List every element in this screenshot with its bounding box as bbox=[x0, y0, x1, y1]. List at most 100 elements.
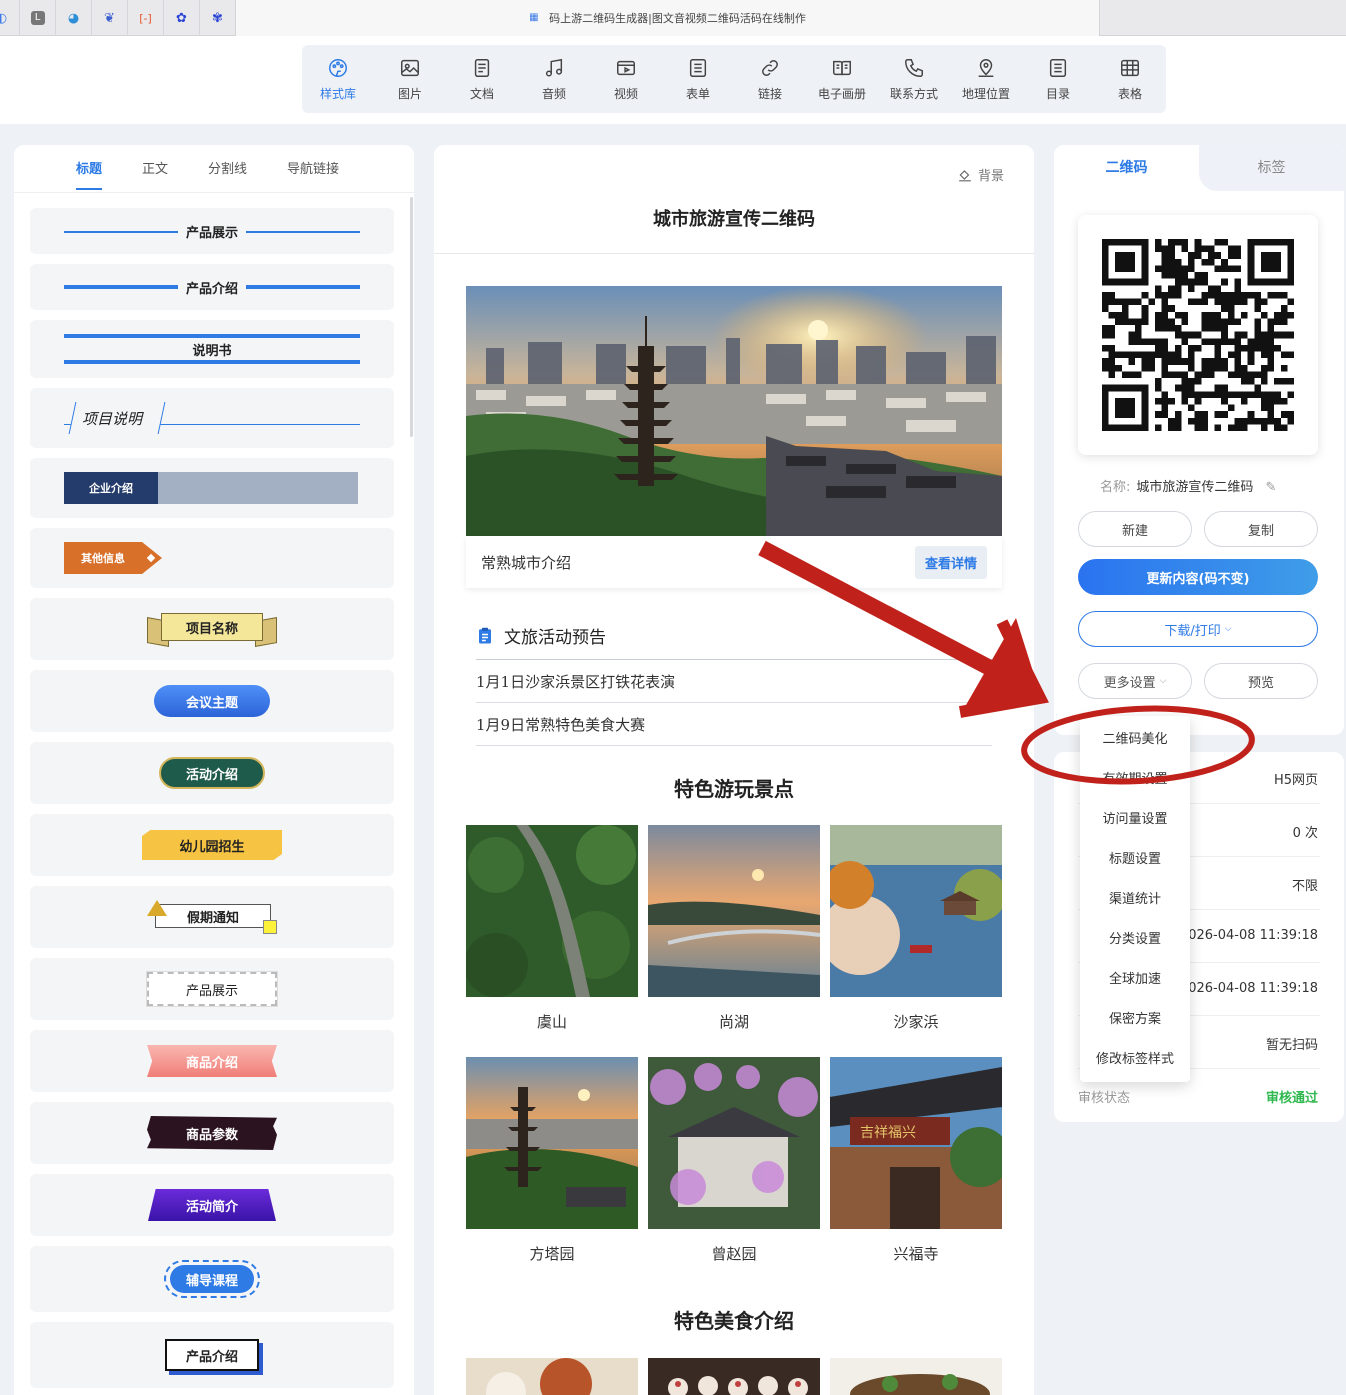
tab-divider[interactable]: 分割线 bbox=[208, 145, 247, 192]
qr-module bbox=[1168, 245, 1175, 253]
spot-image[interactable] bbox=[830, 825, 1002, 997]
qr-module bbox=[1161, 291, 1169, 299]
spot-image[interactable] bbox=[648, 825, 820, 997]
tool-contact[interactable]: 联系方式 bbox=[878, 45, 950, 113]
l-letter-icon[interactable]: L bbox=[20, 0, 56, 36]
tab-label[interactable]: 标签 bbox=[1199, 145, 1344, 191]
menu-item-visit-limit[interactable]: 访问量设置 bbox=[1080, 808, 1190, 827]
tab-qrcode[interactable]: 二维码 bbox=[1054, 145, 1199, 191]
style-tabs: 标题 正文 分割线 导航链接 bbox=[14, 145, 414, 193]
tool-form[interactable]: 表单 bbox=[662, 45, 734, 113]
style-card[interactable]: 项目说明 bbox=[30, 388, 394, 448]
qr-module bbox=[1267, 325, 1275, 332]
tool-style-library[interactable]: 样式库 bbox=[302, 45, 374, 113]
qr-module bbox=[1241, 417, 1248, 425]
qr-code-box[interactable] bbox=[1078, 215, 1318, 455]
tool-document[interactable]: 文档 bbox=[446, 45, 518, 113]
qr-module bbox=[1174, 384, 1182, 392]
qr-module bbox=[1207, 291, 1215, 299]
spot-image[interactable] bbox=[648, 1057, 820, 1229]
style-card[interactable]: 幼儿园招生 bbox=[30, 814, 394, 876]
style-card[interactable]: 假期通知 bbox=[30, 886, 394, 948]
view-details-button[interactable]: 查看详情 bbox=[914, 545, 987, 579]
style-card[interactable]: 商品介绍 bbox=[30, 1030, 394, 1092]
qr-module bbox=[1102, 358, 1109, 365]
qr-module bbox=[1108, 311, 1116, 319]
style-list-scrollbar[interactable] bbox=[410, 197, 413, 437]
qr-module bbox=[1128, 351, 1136, 359]
style-card[interactable]: 产品介绍 bbox=[30, 264, 394, 310]
style-card[interactable]: 项目名称 bbox=[30, 598, 394, 660]
copy-button[interactable]: 复制 bbox=[1204, 511, 1318, 547]
qr-module bbox=[1161, 252, 1169, 259]
tool-ebook[interactable]: 电子画册 bbox=[806, 45, 878, 113]
generic-site-icon[interactable]: ◐ bbox=[0, 0, 20, 36]
download-print-button[interactable]: 下载/打印 ⌵ bbox=[1078, 611, 1318, 647]
menu-item-global-accel[interactable]: 全球加速 bbox=[1080, 968, 1190, 987]
style-card[interactable]: 商品参数 bbox=[30, 1102, 394, 1164]
bird-icon[interactable]: ❦ bbox=[92, 0, 128, 36]
qr-module bbox=[1181, 311, 1189, 319]
paw-icon[interactable]: ✿ bbox=[164, 0, 200, 36]
qr-module bbox=[1168, 305, 1175, 312]
menu-item-category[interactable]: 分类设置 bbox=[1080, 928, 1190, 947]
svg-text:吉祥福兴: 吉祥福兴 bbox=[860, 1125, 916, 1141]
event-item[interactable]: 1月1日沙家浜景区打铁花表演 bbox=[476, 671, 675, 692]
tool-link[interactable]: 链接 bbox=[734, 45, 806, 113]
qr-module bbox=[1227, 311, 1235, 319]
spot-image[interactable] bbox=[466, 825, 638, 997]
more-settings-button[interactable]: 更多设置 ⌵ bbox=[1078, 663, 1192, 699]
background-button[interactable]: 背景 bbox=[958, 165, 1004, 184]
event-item[interactable]: 1月9日常熟特色美食大赛 bbox=[476, 714, 645, 735]
qr-module bbox=[1181, 245, 1189, 253]
spot-image[interactable] bbox=[466, 1057, 638, 1229]
tool-table[interactable]: 表格 bbox=[1094, 45, 1166, 113]
qr-module bbox=[1135, 331, 1142, 339]
style-card[interactable]: 会议主题 bbox=[30, 670, 394, 732]
tab-body[interactable]: 正文 bbox=[142, 145, 168, 192]
style-card[interactable]: 活动简介 bbox=[30, 1174, 394, 1236]
spot-image[interactable]: 吉祥福兴 bbox=[830, 1057, 1002, 1229]
style-card[interactable]: 其他信息 bbox=[30, 528, 394, 588]
qr-module bbox=[1181, 397, 1189, 405]
active-browser-tab[interactable]: ▦ 码上游二维码生成器|图文音视频二维码活码在线制作 bbox=[235, 0, 1100, 36]
update-content-button[interactable]: 更新内容(码不变) bbox=[1078, 559, 1318, 595]
tool-location[interactable]: 地理位置 bbox=[950, 45, 1022, 113]
qr-module bbox=[1234, 424, 1242, 431]
menu-item-label-style[interactable]: 修改标签样式 bbox=[1080, 1048, 1190, 1067]
tool-image[interactable]: 图片 bbox=[374, 45, 446, 113]
menu-item-validity[interactable]: 有效期设置 bbox=[1080, 768, 1190, 787]
preview-button[interactable]: 预览 bbox=[1204, 663, 1318, 699]
menu-item-title-settings[interactable]: 标题设置 bbox=[1080, 848, 1190, 867]
qr-module bbox=[1188, 364, 1195, 372]
link-icon[interactable]: [-] bbox=[128, 0, 164, 36]
style-card[interactable]: 说明书 bbox=[30, 320, 394, 378]
style-card[interactable]: 产品展示 bbox=[30, 958, 394, 1020]
style-card[interactable]: 活动介绍 bbox=[30, 742, 394, 804]
tool-audio[interactable]: 音频 bbox=[518, 45, 590, 113]
style-card[interactable]: 辅导课程 bbox=[30, 1246, 394, 1312]
food-image[interactable] bbox=[466, 1358, 638, 1395]
style-card[interactable]: 产品展示 bbox=[30, 208, 394, 254]
tool-catalog[interactable]: 目录 bbox=[1022, 45, 1094, 113]
qr-module bbox=[1267, 291, 1275, 299]
baidu-paw-icon[interactable]: ✾ bbox=[200, 0, 236, 36]
edge-icon[interactable]: ◕ bbox=[56, 0, 92, 36]
menu-item-qr-beautify[interactable]: 二维码美化 bbox=[1080, 728, 1190, 747]
tab-nav-link[interactable]: 导航链接 bbox=[287, 145, 339, 192]
style-card[interactable]: 产品介绍 bbox=[30, 1322, 394, 1388]
menu-item-channel-stats[interactable]: 渠道统计 bbox=[1080, 888, 1190, 907]
qr-module bbox=[1280, 331, 1288, 339]
phone-icon bbox=[905, 58, 923, 77]
style-card[interactable]: 企业介绍 bbox=[30, 458, 394, 518]
tool-video[interactable]: 视频 bbox=[590, 45, 662, 113]
menu-item-privacy[interactable]: 保密方案 bbox=[1080, 1008, 1190, 1027]
qr-module bbox=[1188, 391, 1195, 398]
edit-pencil-icon[interactable]: ✎ bbox=[1266, 480, 1277, 495]
qr-module bbox=[1234, 318, 1242, 326]
qr-module bbox=[1161, 272, 1169, 279]
food-image[interactable] bbox=[830, 1358, 1002, 1395]
food-image[interactable] bbox=[648, 1358, 820, 1395]
new-button[interactable]: 新建 bbox=[1078, 511, 1192, 547]
tab-title[interactable]: 标题 bbox=[76, 145, 103, 192]
